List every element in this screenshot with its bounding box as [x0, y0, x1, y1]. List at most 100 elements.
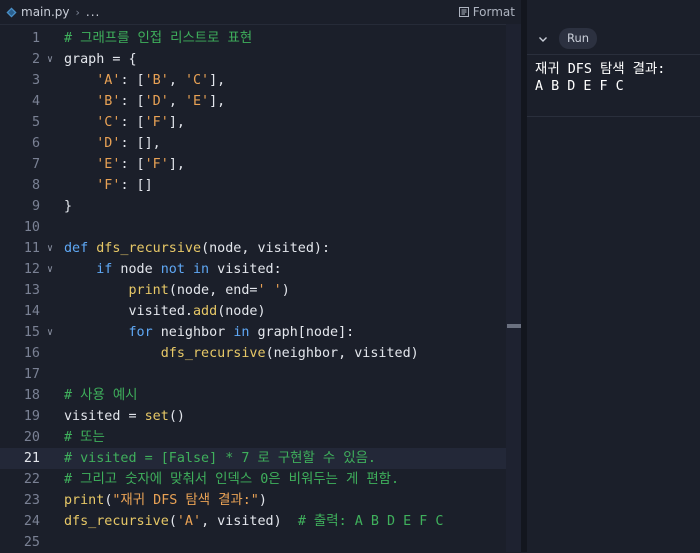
line-number: 20: [23, 430, 40, 445]
code-text: # 사용 예시: [64, 385, 137, 406]
output-panel: Run 재귀 DFS 탐색 결과: A B D E F C: [527, 0, 700, 552]
code-line[interactable]: 15 ∨ for neighbor in graph[node]:: [0, 322, 506, 343]
code-text: visited.add(node): [64, 301, 266, 322]
code-token: graph = {: [64, 52, 137, 67]
code-token: ,: [168, 73, 185, 88]
output-console: 재귀 DFS 탐색 결과: A B D E F C: [535, 61, 665, 95]
code-text: for neighbor in graph[node]:: [64, 322, 355, 343]
line-number: 10: [23, 220, 40, 235]
code-token: : []: [120, 178, 153, 193]
code-token: # 사용 예시: [64, 388, 138, 403]
file-tab[interactable]: main.py › ...: [6, 0, 100, 24]
line-number: 11: [23, 241, 40, 256]
code-line[interactable]: 10: [0, 217, 506, 238]
line-number: 14: [23, 304, 40, 319]
code-text: }: [64, 196, 72, 217]
code-line[interactable]: 16 dfs_recursive(neighbor, visited): [0, 343, 506, 364]
line-number: 5: [31, 115, 40, 130]
code-token: dfs_recursive: [64, 514, 169, 529]
code-token: visited =: [64, 409, 145, 424]
code-line[interactable]: 7 'E': ['F'],: [0, 154, 506, 175]
code-text: # visited = [False] * 7 로 구현할 수 있음.: [64, 448, 376, 469]
code-token: 'D': [96, 136, 121, 151]
code-line[interactable]: 17: [0, 364, 506, 385]
code-line[interactable]: 9}: [0, 196, 506, 217]
code-token: ): [258, 493, 267, 508]
chevron-down-icon[interactable]: [537, 33, 549, 45]
code-token: (): [168, 409, 185, 424]
code-token: , visited): [201, 514, 298, 529]
code-token: 'C': [184, 73, 210, 88]
code-text: 'A': ['B', 'C'],: [64, 70, 225, 91]
code-token: : [: [120, 157, 145, 172]
fold-chevron-icon[interactable]: ∨: [47, 49, 53, 70]
code-token: if: [96, 262, 113, 277]
output-separator: [527, 116, 700, 117]
fold-chevron-icon[interactable]: ∨: [47, 322, 53, 343]
code-text: 'D': [],: [64, 133, 161, 154]
code-lines[interactable]: 1 # 그래프를 인접 리스트로 표현 2 ∨ graph = {3 'A': ['B'…: [0, 28, 506, 553]
code-line[interactable]: 23 print("재귀 DFS 탐색 결과:"): [0, 490, 506, 511]
code-line[interactable]: 25: [0, 532, 506, 553]
code-token: ],: [209, 73, 226, 88]
code-token: 'F': [96, 178, 121, 193]
breadcrumb-more[interactable]: ...: [86, 5, 100, 19]
format-button[interactable]: Format: [458, 0, 515, 24]
output-line: A B D E F C: [535, 79, 624, 94]
code-token: 'F': [144, 115, 169, 130]
code-line[interactable]: 2 ∨ graph = {: [0, 49, 506, 70]
code-token: visited:: [209, 262, 282, 277]
code-editor[interactable]: main.py › ... Format 1 # 그래프를 인접 리스트로 표현 2…: [0, 0, 521, 552]
code-token: ],: [168, 157, 185, 172]
line-number: 24: [23, 514, 40, 529]
fold-chevron-icon[interactable]: ∨: [47, 259, 53, 280]
code-line[interactable]: 6 'D': [],: [0, 133, 506, 154]
scrollbar-thumb[interactable]: [507, 324, 521, 328]
code-token: print: [64, 493, 105, 508]
code-line[interactable]: 4 'B': ['D', 'E'],: [0, 91, 506, 112]
code-token: # 그래프를 인접 리스트로 표현: [64, 31, 253, 46]
breadcrumb-chevron-icon: ›: [75, 5, 80, 19]
code-token: ],: [209, 94, 226, 109]
code-line[interactable]: 14 visited.add(node): [0, 301, 506, 322]
fold-chevron-icon[interactable]: ∨: [47, 238, 53, 259]
code-token: 'F': [144, 157, 169, 172]
code-line[interactable]: 1 # 그래프를 인접 리스트로 표현: [0, 28, 506, 49]
code-token: (node): [217, 304, 266, 319]
code-token: dfs_recursive: [96, 241, 202, 256]
code-token: : [: [120, 94, 145, 109]
line-number: 23: [23, 493, 40, 508]
code-text: 'F': []: [64, 175, 153, 196]
code-token: : [: [120, 73, 145, 88]
run-button[interactable]: Run: [559, 28, 597, 49]
code-line[interactable]: 5 'C': ['F'],: [0, 112, 506, 133]
code-line[interactable]: 13 print(node, end=' '): [0, 280, 506, 301]
code-line[interactable]: 20 # 또는: [0, 427, 506, 448]
code-line[interactable]: 11 ∨ def dfs_recursive(node, visited):: [0, 238, 506, 259]
code-token: neighbor: [152, 325, 234, 340]
code-token: (neighbor, visited): [265, 346, 419, 361]
code-token: dfs_recursive: [160, 346, 266, 361]
code-token: visited.: [128, 304, 194, 319]
code-token: add: [193, 304, 218, 319]
code-line[interactable]: 8 'F': []: [0, 175, 506, 196]
code-token: # 출력: A B D E F C: [297, 514, 444, 529]
file-name: main.py: [21, 5, 70, 19]
line-number: 12: [23, 262, 40, 277]
code-token: ,: [168, 94, 185, 109]
code-line[interactable]: 21 # visited = [False] * 7 로 구현할 수 있음.: [0, 448, 506, 469]
code-line[interactable]: 18 # 사용 예시: [0, 385, 506, 406]
code-line[interactable]: 22 # 그리고 숫자에 맞춰서 인덱스 0은 비워두는 게 편함.: [0, 469, 506, 490]
code-line[interactable]: 24 dfs_recursive('A', visited) # 출력: A B …: [0, 511, 506, 532]
code-line[interactable]: 12 ∨ if node not in visited:: [0, 259, 506, 280]
code-line[interactable]: 3 'A': ['B', 'C'],: [0, 70, 506, 91]
line-number: 15: [23, 325, 40, 340]
code-token: # 또는: [64, 430, 105, 445]
line-number: 21: [23, 451, 40, 466]
code-token: print: [128, 283, 169, 298]
code-token: not in: [160, 262, 210, 277]
code-token: 'C': [96, 115, 121, 130]
code-line[interactable]: 19 visited = set(): [0, 406, 506, 427]
editor-scrollbar[interactable]: [506, 24, 521, 552]
output-header: Run: [527, 24, 700, 55]
